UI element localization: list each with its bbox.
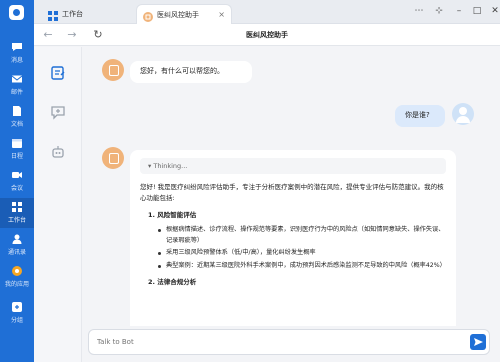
title-bar: 工作台 医纠风控助手 × ⋯ ⊹ – □ ✕ — [34, 0, 500, 24]
bot-greeting-text: 您好，有什么可以帮您的。 — [140, 67, 224, 75]
close-icon[interactable]: × — [218, 5, 225, 25]
nav-bar: ← → ↻ 医纠风控助手 — [34, 24, 500, 46]
rail-item-label: 会议 — [10, 185, 23, 192]
group-icon — [11, 301, 23, 313]
tab-medical-risk-assistant[interactable]: 医纠风控助手 × — [136, 4, 232, 24]
contacts-icon — [11, 233, 23, 245]
robot-icon[interactable] — [50, 144, 66, 160]
bot-avatar — [102, 59, 124, 81]
app-logo-icon — [9, 5, 24, 20]
rail-item-label: 文档 — [10, 121, 23, 128]
rail-item-label: 邮件 — [10, 89, 23, 96]
user-message-bubble: 你是谁? — [395, 105, 445, 127]
user-message-text: 你是谁? — [405, 111, 430, 119]
pin-icon[interactable]: ⊹ — [432, 4, 446, 18]
rail-item-label: 我的应用 — [4, 281, 29, 288]
grid-icon — [48, 9, 58, 21]
minimize-icon[interactable]: – — [452, 4, 466, 18]
grid-icon — [11, 201, 23, 213]
rail-item-workbench[interactable]: 工作台 — [0, 198, 34, 228]
tab-label: 医纠风控助手 — [157, 11, 199, 19]
maximize-icon[interactable]: □ — [470, 4, 484, 18]
bullet-list: 根据病情描述、诊疗流程、操作规范等要素，识别医疗行为中的风险点（如知情同意缺失、… — [158, 225, 446, 271]
rail-item-label: 分组 — [10, 317, 23, 324]
rail-item-label: 通讯录 — [7, 249, 26, 256]
rail-item-label: 日程 — [10, 153, 23, 160]
rail-item-label: 工作台 — [7, 217, 26, 224]
input-bar — [82, 326, 500, 362]
mail-icon — [11, 73, 23, 85]
rail-item-contacts[interactable]: 通讯录 — [0, 230, 34, 260]
rail-item-my-apps[interactable]: 我的应用 — [0, 262, 34, 292]
chat-panel: 您好，有什么可以帮您的。 你是谁? ▾ Thinking... 您好! 我是医疗… — [82, 47, 500, 362]
app-rail: 消息 邮件 文档 日程 会议 工作台 通讯录 我的应用 分组 — [0, 0, 34, 362]
send-icon — [474, 338, 483, 346]
chat-icon — [11, 41, 23, 53]
bullet-item: 典型案例：近期某三级医院外科手术案例中，成功预判因术后感染监测不足导致的中风险（… — [158, 261, 446, 272]
answer-intro: 您好! 我是医疗纠纷风险评估助手，专注于分析医疗案例中的潜在风险，提供专业评估与… — [140, 183, 444, 202]
section-title: 2. 法律合规分析 — [148, 278, 197, 286]
rail-item-groups[interactable]: 分组 — [0, 298, 34, 328]
rail-item-docs[interactable]: 文档 — [0, 102, 34, 132]
tab-workbench[interactable]: 工作台 — [42, 4, 134, 24]
menu-icon[interactable]: ⋯ — [412, 4, 426, 18]
apps-icon — [11, 265, 23, 277]
edit-note-icon[interactable] — [50, 65, 66, 81]
bot-icon — [143, 10, 153, 22]
chat-input[interactable] — [88, 329, 490, 355]
new-chat-icon[interactable] — [50, 104, 66, 120]
document-icon — [11, 105, 23, 117]
rail-item-calendar[interactable]: 日程 — [0, 134, 34, 164]
rail-item-label: 消息 — [10, 57, 23, 64]
user-avatar — [452, 103, 474, 125]
send-button[interactable] — [470, 334, 486, 350]
bot-message-bubble: 您好，有什么可以帮您的。 — [130, 61, 252, 83]
section-title: 1. 风险智能评估 — [148, 211, 197, 219]
bot-avatar — [102, 147, 124, 169]
calendar-icon — [11, 137, 23, 149]
thinking-label: Thinking... — [153, 162, 188, 170]
rail-item-mail[interactable]: 邮件 — [0, 70, 34, 100]
thinking-toggle[interactable]: ▾ Thinking... — [140, 158, 446, 174]
video-icon — [11, 169, 23, 181]
rail-item-messages[interactable]: 消息 — [0, 38, 34, 68]
bullet-item: 根据病情描述、诊疗流程、操作规范等要素，识别医疗行为中的风险点（如知情同意缺失、… — [158, 225, 446, 246]
tool-column — [34, 47, 82, 362]
rail-item-meetings[interactable]: 会议 — [0, 166, 34, 196]
window-close-icon[interactable]: ✕ — [488, 4, 500, 18]
page-title: 医纠风控助手 — [246, 31, 288, 39]
tab-label: 工作台 — [62, 10, 83, 18]
bullet-item: 采用三级风险预警体系（低/中/高），量化纠纷发生概率 — [158, 248, 446, 259]
